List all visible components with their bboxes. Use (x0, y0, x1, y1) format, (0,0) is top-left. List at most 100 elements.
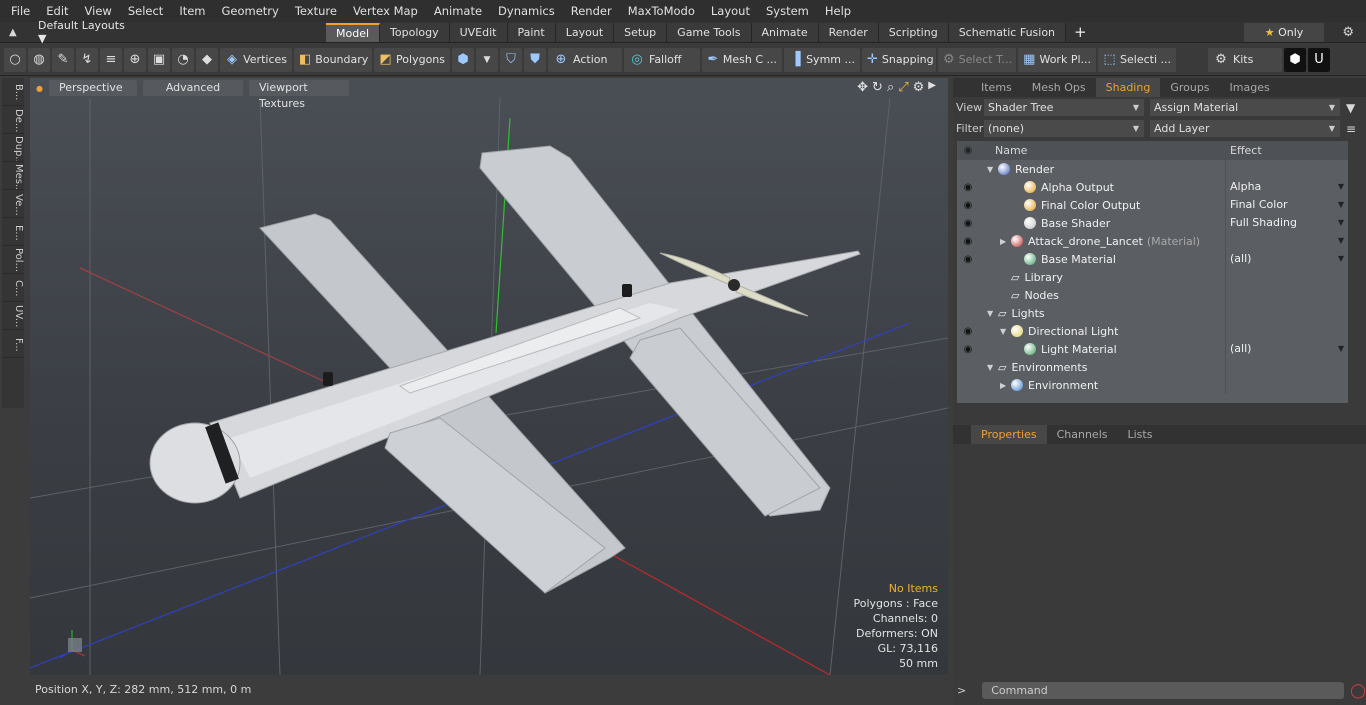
prop-tab-channels[interactable]: Channels (1047, 425, 1118, 444)
panel-tab-mesh-ops[interactable]: Mesh Ops (1022, 78, 1096, 97)
row-effect-cell[interactable]: Full Shading (1225, 214, 1348, 232)
unreal-icon[interactable]: U (1308, 47, 1330, 72)
menu-item-texture[interactable]: Texture (287, 0, 345, 22)
snapping-button[interactable]: ✛ Snapping (862, 47, 936, 72)
eye-icon[interactable]: ◉ (957, 218, 979, 229)
rotate-icon[interactable]: ◔ (172, 47, 194, 72)
eye-icon[interactable]: ◉ (957, 326, 979, 337)
eye-icon[interactable]: ◉ (957, 182, 979, 193)
shader-tree-row[interactable]: ◉ Final Color Output Final Color (957, 196, 1348, 214)
rotate-view-icon[interactable]: ↻ (872, 80, 883, 95)
zoom-view-icon[interactable]: ⌕ (887, 80, 894, 95)
chevron-down-icon[interactable]: ▼ (476, 47, 498, 72)
item-mode-icon[interactable]: ◆ (196, 47, 218, 72)
expand-arrow-icon[interactable]: ▼ (1000, 327, 1011, 336)
left-tab-4[interactable]: Ve... (2, 192, 24, 218)
shader-tree-row[interactable]: ▶ Environment (957, 376, 1348, 394)
polygons-button[interactable]: ◩ Polygons (374, 47, 450, 72)
layout-tab-render[interactable]: Render (818, 22, 879, 42)
left-tab-6[interactable]: Pol... (2, 248, 24, 274)
layout-tab-layout[interactable]: Layout (555, 22, 615, 42)
layout-tab-model[interactable]: Model (326, 22, 381, 42)
falloff-button[interactable]: ◎ Falloff (624, 47, 700, 72)
mesh-constraint-button[interactable]: ✒ Mesh C ... (702, 47, 782, 72)
menu-item-animate[interactable]: Animate (426, 0, 490, 22)
only-toggle[interactable]: ★ Only (1244, 23, 1324, 42)
layout-tab-game-tools[interactable]: Game Tools (667, 22, 752, 42)
shield-alt-icon[interactable]: ⛊ (524, 47, 546, 72)
filter-dropdown[interactable]: (none) (984, 120, 1144, 137)
row-effect-cell[interactable]: Final Color (1225, 196, 1348, 214)
name-column-header[interactable]: Name (979, 144, 1225, 157)
shader-tree-row[interactable]: ◉ Base Material (all) (957, 250, 1348, 268)
menu-item-vertex-map[interactable]: Vertex Map (345, 0, 426, 22)
move-view-icon[interactable]: ✥ (857, 80, 868, 95)
prop-tab-properties[interactable]: Properties (971, 425, 1047, 444)
circle-select-icon[interactable]: ○ (4, 47, 26, 72)
expand-arrow-icon[interactable]: ▼ (987, 165, 998, 174)
panel-tab-groups[interactable]: Groups (1160, 78, 1219, 97)
unity-icon[interactable]: ⬢ (1284, 47, 1306, 72)
eye-icon[interactable]: ◉ (957, 344, 979, 355)
layout-tab-animate[interactable]: Animate (751, 22, 819, 42)
assign-material-dropdown[interactable]: Assign Material (1150, 99, 1340, 116)
advanced-button[interactable]: Advanced (142, 80, 243, 96)
globe-icon[interactable]: ◍ (28, 47, 50, 72)
row-effect-cell[interactable]: (all) (1225, 250, 1348, 268)
eye-icon[interactable]: ◉ (957, 200, 979, 211)
layout-dropdown[interactable]: Default Layouts ▼ (0, 19, 130, 45)
row-effect-cell[interactable] (1225, 232, 1348, 250)
row-effect-cell[interactable]: Alpha (1225, 178, 1348, 196)
expand-arrow-icon[interactable]: ▶ (1000, 381, 1011, 390)
vertices-button[interactable]: ◈ Vertices (220, 47, 292, 72)
eye-icon[interactable]: ◉ (957, 254, 979, 265)
layout-tab-uvedit[interactable]: UVEdit (449, 22, 508, 42)
menu-item-layout[interactable]: Layout (703, 0, 758, 22)
work-plane-button[interactable]: ▦ Work Pl... (1018, 47, 1096, 72)
prop-tab-lists[interactable]: Lists (1118, 425, 1163, 444)
shader-tree-row[interactable]: ▼ ▱ Lights (957, 304, 1348, 322)
menu-item-maxtomodo[interactable]: MaxToModo (620, 0, 703, 22)
transform-icon[interactable]: ⊕ (124, 47, 146, 72)
expand-arrow-icon[interactable]: ▼ (987, 363, 998, 372)
scene-canvas[interactable] (30, 78, 948, 675)
record-icon[interactable]: ◯ (1350, 683, 1366, 699)
shader-tree-row[interactable]: ◉ Light Material (all) (957, 340, 1348, 358)
filter-icon[interactable]: ▼ (1346, 101, 1355, 115)
shader-tree-row[interactable]: ▼ ▱ Environments (957, 358, 1348, 376)
left-tab-7[interactable]: C... (2, 276, 24, 302)
shader-tree-row[interactable]: ◉ ▼ Directional Light (957, 322, 1348, 340)
add-layer-dropdown[interactable]: Add Layer (1150, 120, 1340, 137)
gear-icon[interactable]: ⚙ (1342, 25, 1354, 40)
shield-icon[interactable]: ⛉ (500, 47, 522, 72)
shader-tree-row[interactable]: ◉ ▶ Attack_drone_Lancet (Material) (957, 232, 1348, 250)
pen-icon[interactable]: ✎ (52, 47, 74, 72)
layout-tab-scripting[interactable]: Scripting (878, 22, 949, 42)
add-tab-icon[interactable]: + (1074, 23, 1087, 41)
maximize-icon[interactable]: ⤢ (898, 80, 908, 95)
material-icon[interactable]: ⬢ (452, 47, 474, 72)
panel-tab-items[interactable]: Items (971, 78, 1022, 97)
effect-column-header[interactable]: Effect (1225, 141, 1348, 160)
menu-item-render[interactable]: Render (563, 0, 620, 22)
left-tab-1[interactable]: De... (2, 108, 24, 134)
viewport-gear-icon[interactable]: ⚙ (913, 80, 925, 95)
selection-button[interactable]: ⬚ Selecti ... (1098, 47, 1176, 72)
select-through-button[interactable]: ⚙ Select T... (938, 47, 1016, 72)
shader-tree-row[interactable]: ▼ Render (957, 160, 1348, 178)
menu-item-system[interactable]: System (758, 0, 817, 22)
view-dropdown[interactable]: Shader Tree (984, 99, 1144, 116)
viewport-textures-button[interactable]: Viewport Textures (248, 80, 349, 110)
shader-tree-row[interactable]: ◉ Base Shader Full Shading (957, 214, 1348, 232)
menu-item-geometry[interactable]: Geometry (214, 0, 287, 22)
align-icon[interactable]: ≡ (100, 47, 122, 72)
brush-icon[interactable]: ↯ (76, 47, 98, 72)
panel-tab-images[interactable]: Images (1220, 78, 1280, 97)
left-tab-9[interactable]: F... (2, 332, 24, 358)
layout-tab-topology[interactable]: Topology (380, 22, 450, 42)
left-tab-3[interactable]: Mes... (2, 164, 24, 190)
eye-icon[interactable]: ◉ (957, 236, 979, 247)
symmetry-button[interactable]: ▐ Symm ... (784, 47, 860, 72)
left-tab-8[interactable]: UV... (2, 304, 24, 330)
row-effect-cell[interactable]: (all) (1225, 340, 1348, 358)
